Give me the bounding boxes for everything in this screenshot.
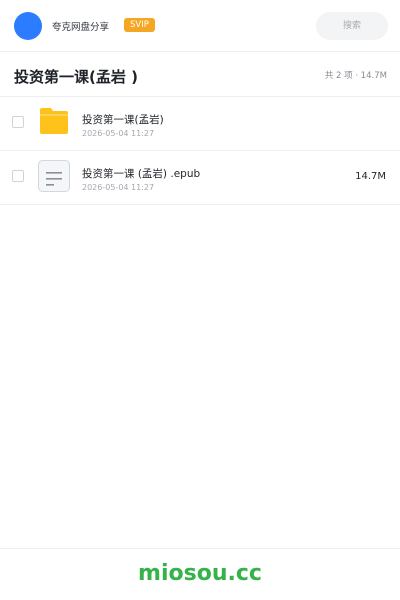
document-icon: [38, 160, 70, 192]
avatar[interactable]: [14, 12, 42, 40]
page-title: 投资第一课(孟岩 ): [14, 68, 138, 86]
search-placeholder: 搜索: [342, 21, 361, 31]
file-size: 14.7M: [355, 171, 386, 182]
list-item[interactable]: 投资第一课(孟岩) 2026-05-04 11:27: [0, 97, 400, 151]
share-header: 夸克网盘分享 SVIP 搜索: [0, 0, 400, 52]
file-date: 2026-05-04 11:27: [82, 183, 155, 192]
folder-header: 投资第一课(孟岩 ) 共 2 项 · 14.7M: [0, 52, 400, 97]
select-checkbox[interactable]: [12, 170, 24, 182]
folder-summary: 共 2 项 · 14.7M: [324, 71, 387, 81]
file-date: 2026-05-04 11:27: [82, 129, 155, 138]
select-checkbox[interactable]: [12, 116, 24, 128]
folder-icon: [40, 108, 68, 134]
svip-badge[interactable]: SVIP: [124, 18, 155, 32]
file-name[interactable]: 投资第一课(孟岩): [82, 112, 164, 127]
share-title: 夸克网盘分享: [52, 22, 110, 33]
brand-watermark: miosou.cc: [138, 561, 262, 586]
list-item[interactable]: 投资第一课 (孟岩) .epub 2026-05-04 11:27 14.7M: [0, 151, 400, 205]
footer: miosou.cc: [0, 548, 400, 600]
search-input[interactable]: 搜索: [316, 12, 388, 40]
file-name[interactable]: 投资第一课 (孟岩) .epub: [82, 166, 200, 181]
